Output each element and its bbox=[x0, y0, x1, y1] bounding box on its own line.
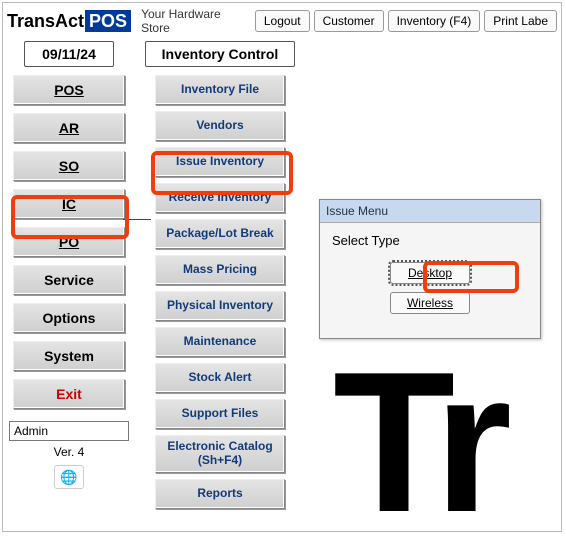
customer-button[interactable]: Customer bbox=[314, 10, 384, 32]
stock-alert-button[interactable]: Stock Alert bbox=[155, 363, 285, 393]
issue-inventory-button[interactable]: Issue Inventory bbox=[155, 147, 285, 177]
issue-menu-dialog: Issue Menu Select Type Desktop Wireless bbox=[319, 199, 541, 339]
nav-ic[interactable]: IC bbox=[13, 189, 125, 219]
nav-ar[interactable]: AR bbox=[13, 113, 125, 143]
app-logo: TransActPOS bbox=[7, 11, 131, 32]
maintenance-button[interactable]: Maintenance bbox=[155, 327, 285, 357]
electronic-catalog-button[interactable]: Electronic Catalog (Sh+F4) bbox=[155, 435, 285, 473]
support-files-button[interactable]: Support Files bbox=[155, 399, 285, 429]
nav-exit[interactable]: Exit bbox=[13, 379, 125, 409]
dialog-title: Issue Menu bbox=[320, 200, 540, 223]
nav-so[interactable]: SO bbox=[13, 151, 125, 181]
inventory-menu: Inventory Control Inventory File Vendors… bbox=[145, 41, 295, 515]
reports-button[interactable]: Reports bbox=[155, 479, 285, 509]
version-label: Ver. 4 bbox=[9, 445, 129, 459]
nav-po[interactable]: PO bbox=[13, 227, 125, 257]
connector-line bbox=[123, 219, 151, 220]
wireless-button[interactable]: Wireless bbox=[390, 292, 470, 314]
dialog-prompt: Select Type bbox=[332, 233, 528, 248]
nav-pos[interactable]: POS bbox=[13, 75, 125, 105]
receive-inventory-button[interactable]: Receive Inventory bbox=[155, 183, 285, 213]
nav-service[interactable]: Service bbox=[13, 265, 125, 295]
logout-button[interactable]: Logout bbox=[255, 10, 310, 32]
print-labels-button[interactable]: Print Labe bbox=[484, 10, 557, 32]
admin-input[interactable] bbox=[9, 421, 129, 441]
package-lot-button[interactable]: Package/Lot Break bbox=[155, 219, 285, 249]
inventory-file-button[interactable]: Inventory File bbox=[155, 75, 285, 105]
nav-options[interactable]: Options bbox=[13, 303, 125, 333]
desktop-button[interactable]: Desktop bbox=[390, 262, 470, 284]
inventory-button[interactable]: Inventory (F4) bbox=[388, 10, 481, 32]
inventory-header: Inventory Control bbox=[145, 41, 295, 67]
mass-pricing-button[interactable]: Mass Pricing bbox=[155, 255, 285, 285]
left-nav: 09/11/24 POS AR SO IC PO Service Options… bbox=[9, 41, 129, 489]
top-bar: TransActPOS Your Hardware Store Logout C… bbox=[3, 3, 561, 41]
date-display: 09/11/24 bbox=[24, 41, 114, 67]
nav-system[interactable]: System bbox=[13, 341, 125, 371]
store-name: Your Hardware Store bbox=[141, 7, 241, 35]
vendors-button[interactable]: Vendors bbox=[155, 111, 285, 141]
physical-inventory-button[interactable]: Physical Inventory bbox=[155, 291, 285, 321]
refresh-icon[interactable]: 🌐 bbox=[54, 465, 84, 489]
